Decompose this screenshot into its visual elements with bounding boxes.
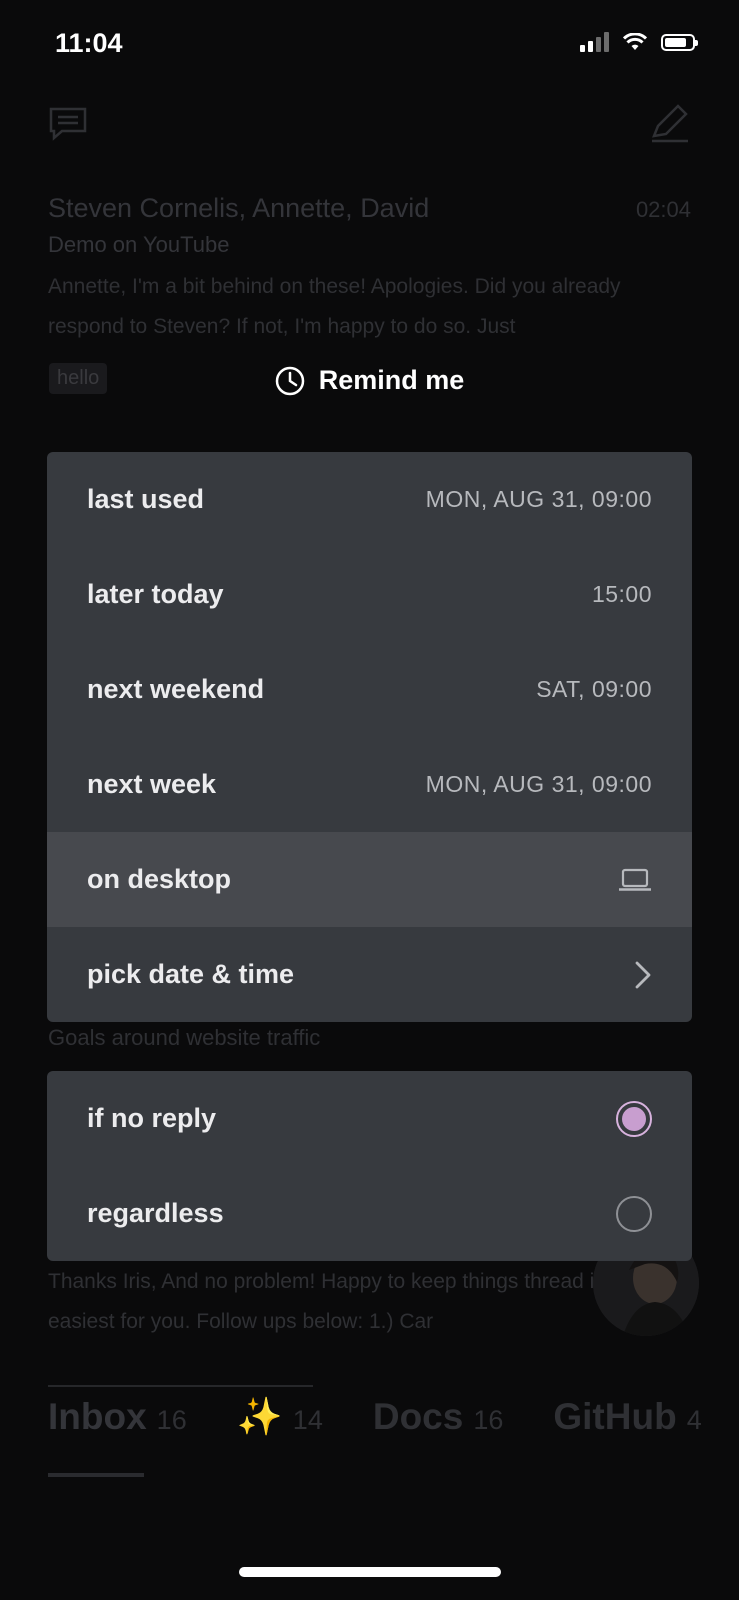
tab-divider	[48, 1385, 313, 1387]
tab-underline	[48, 1473, 144, 1477]
option-pick-date-time[interactable]: pick date & time	[47, 927, 692, 1022]
option-label: on desktop	[87, 864, 232, 894]
tab-inbox[interactable]: Inbox 16	[48, 1396, 187, 1438]
battery-icon	[661, 33, 698, 51]
email-preview-3: Thanks Iris, And no problem! Happy to ke…	[48, 1270, 656, 1333]
option-on-desktop[interactable]: on desktop	[47, 832, 692, 927]
email-time: 02:04	[635, 197, 691, 222]
tab-count: 16	[156, 1405, 187, 1435]
compose-icon	[652, 104, 688, 143]
mode-label: regardless	[87, 1198, 224, 1228]
home-indicator[interactable]	[239, 1567, 501, 1577]
remind-options-sheet: last used MON, AUG 31, 09:00 later today…	[47, 452, 692, 1022]
tab-label: Docs	[372, 1396, 464, 1437]
option-next-week[interactable]: next week MON, AUG 31, 09:00	[47, 737, 692, 832]
radio-unselected[interactable]	[616, 1195, 652, 1232]
option-next-weekend[interactable]: next weekend SAT, 09:00	[47, 642, 692, 737]
chat-icon	[49, 107, 87, 141]
status-bar: 11:04	[0, 0, 739, 90]
tab-count: 16	[473, 1405, 504, 1435]
mode-regardless[interactable]: regardless	[47, 1166, 692, 1261]
email-subject-2: Goals around website traffic	[48, 1025, 321, 1050]
option-last-used[interactable]: last used MON, AUG 31, 09:00	[47, 452, 692, 547]
chevron-right-icon	[635, 961, 651, 988]
status-time: 11:04	[55, 28, 123, 58]
remind-mode-sheet: if no reply regardless	[47, 1071, 692, 1261]
email-subject: Demo on YouTube	[48, 232, 230, 257]
remind-title: Remind me	[0, 365, 739, 396]
tab-label: GitHub	[553, 1396, 677, 1437]
radio-selected[interactable]	[616, 1100, 652, 1137]
option-value: MON, AUG 31, 09:00	[425, 486, 652, 512]
remind-title-text: Remind me	[318, 365, 465, 395]
option-label: later today	[87, 579, 224, 609]
clock-icon	[275, 366, 304, 395]
option-label: pick date & time	[87, 959, 295, 989]
tab-github[interactable]: GitHub 4	[553, 1396, 701, 1438]
tab-label: Inbox	[48, 1396, 147, 1437]
signal-icon	[580, 32, 609, 52]
tab-count: 4	[686, 1405, 702, 1435]
mode-if-no-reply[interactable]: if no reply	[47, 1071, 692, 1166]
tab-docs[interactable]: Docs 16	[373, 1396, 504, 1438]
laptop-icon	[619, 868, 651, 891]
email-preview: Annette, I'm a bit behind on these! Apol…	[48, 275, 621, 338]
tab-sparkles[interactable]: ✨ 14	[237, 1396, 323, 1439]
option-label: next weekend	[87, 674, 265, 704]
wifi-icon	[623, 33, 647, 50]
option-value: SAT, 09:00	[536, 676, 652, 702]
mode-label: if no reply	[87, 1103, 217, 1133]
option-label: next week	[87, 769, 217, 799]
sparkles-icon: ✨	[236, 1396, 283, 1437]
option-label: last used	[87, 484, 205, 514]
option-value: 15:00	[591, 581, 652, 607]
tab-bar: Inbox 16 ✨ 14 Docs 16 GitHub 4	[48, 1396, 702, 1439]
tab-count: 14	[292, 1405, 323, 1435]
option-later-today[interactable]: later today 15:00	[47, 547, 692, 642]
status-icons	[580, 32, 698, 52]
email-sender: Steven Cornelis, Annette, David	[48, 193, 430, 223]
option-value: MON, AUG 31, 09:00	[425, 771, 652, 797]
